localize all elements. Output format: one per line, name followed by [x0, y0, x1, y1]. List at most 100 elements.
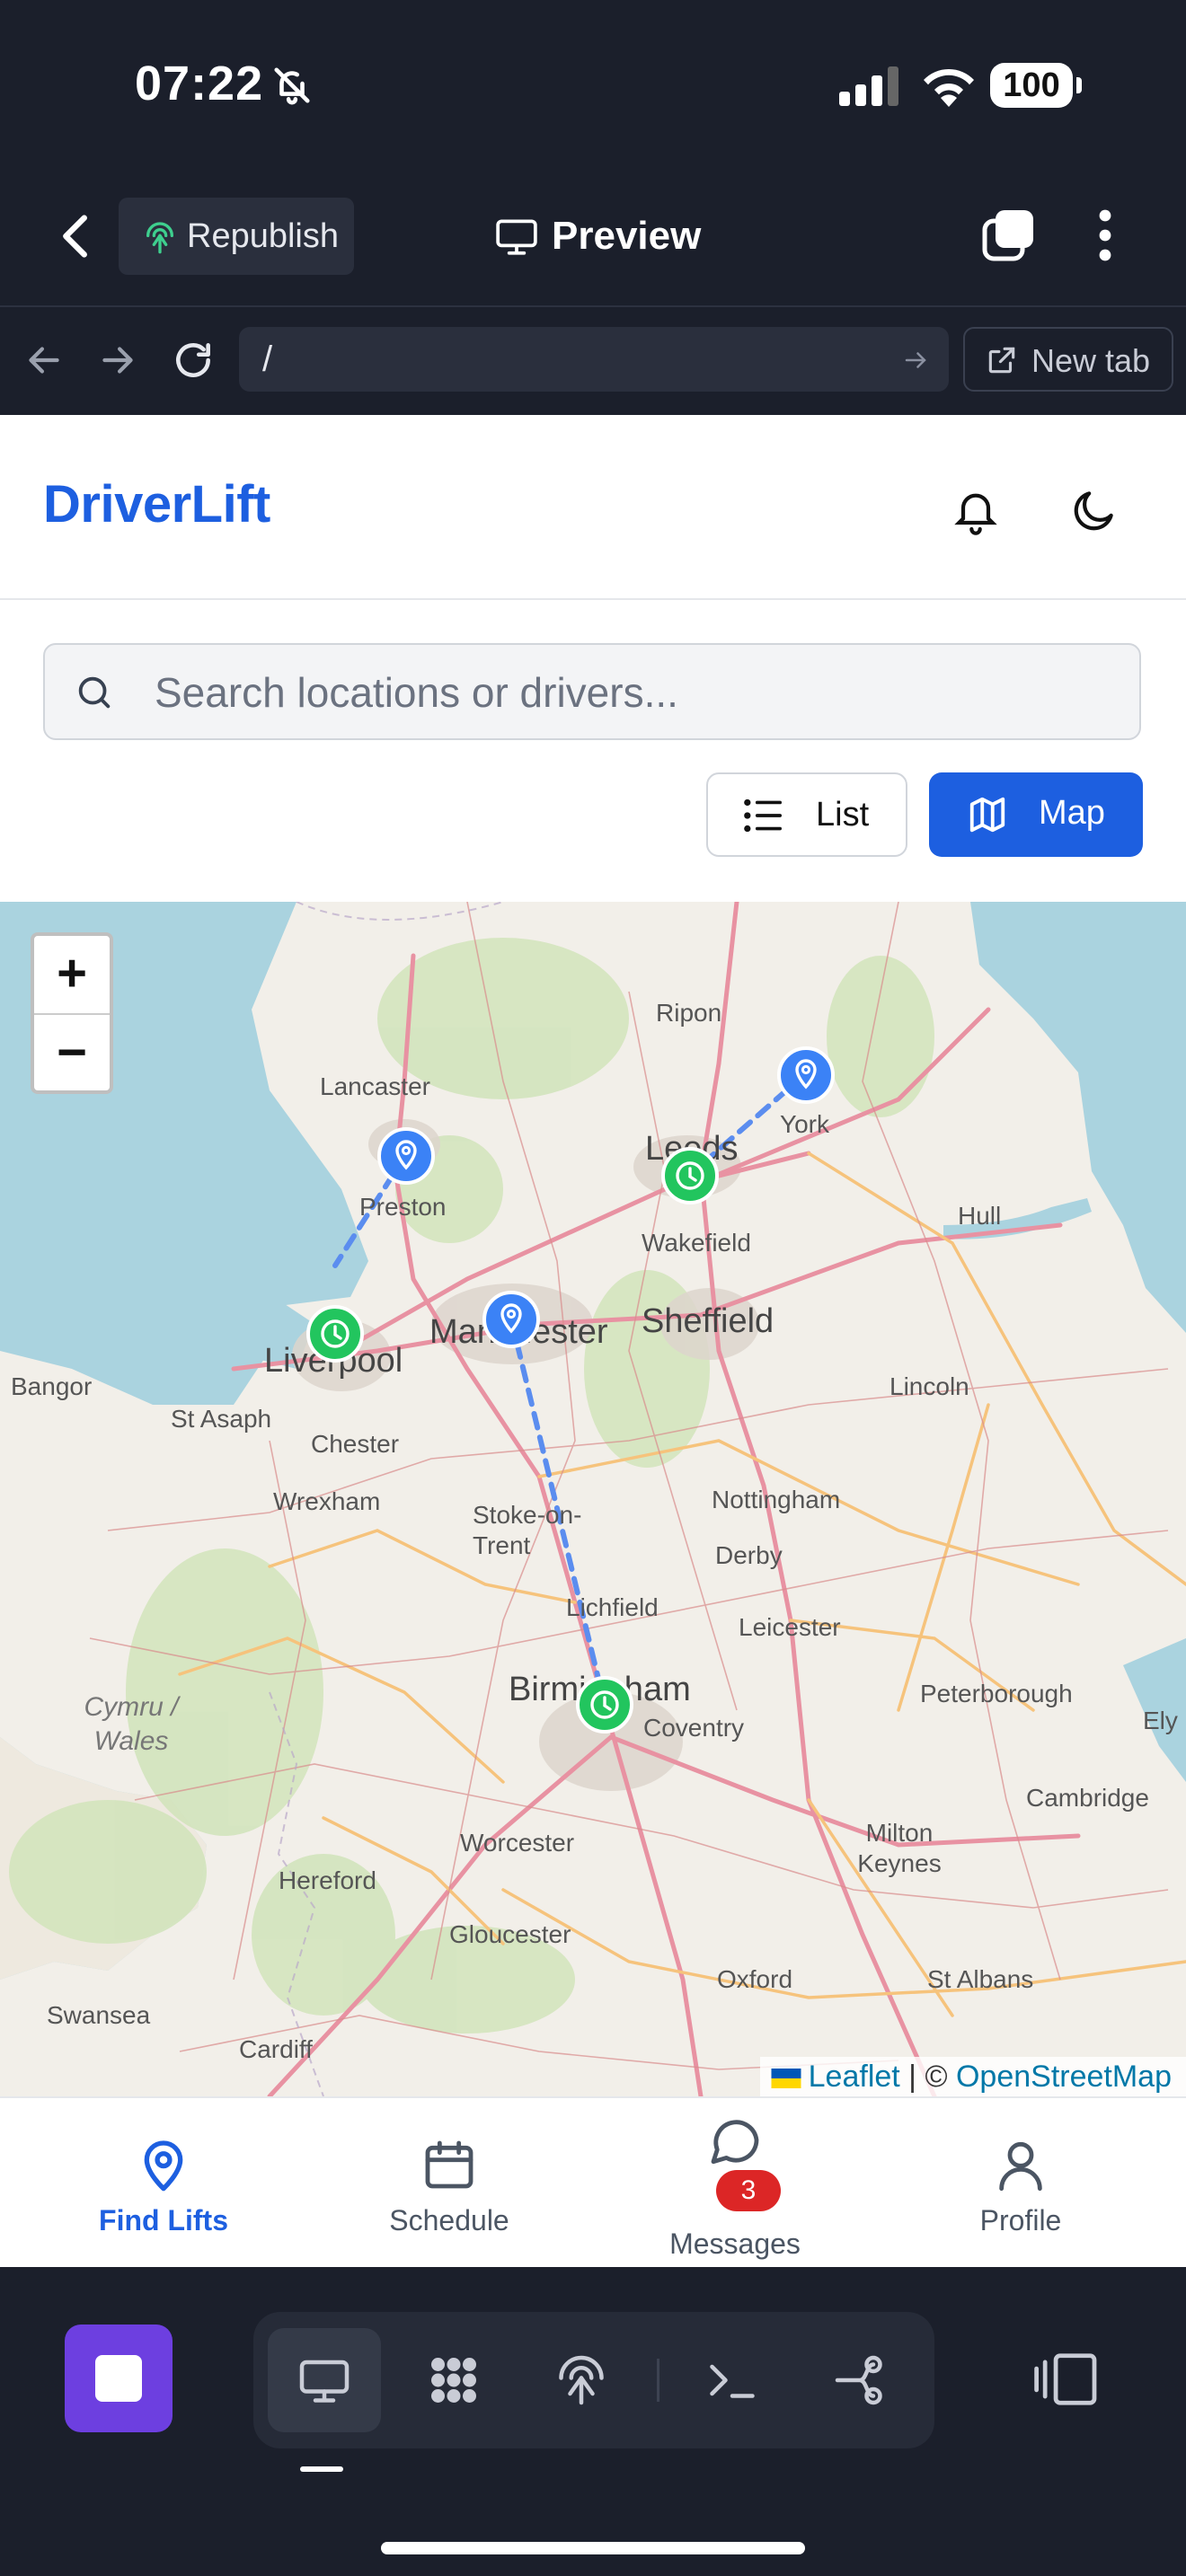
zoom-out-button[interactable]: − — [34, 1015, 110, 1092]
nav-forward-icon[interactable] — [95, 338, 140, 383]
stop-button[interactable] — [65, 2325, 173, 2432]
new-tab-button[interactable]: New tab — [963, 327, 1173, 392]
preview-tool-button[interactable] — [268, 2328, 381, 2432]
git-branch-icon — [835, 2355, 882, 2405]
map-icon — [969, 797, 1005, 833]
deploy-tool-button[interactable] — [525, 2328, 638, 2432]
status-bar: 07:22 100 — [0, 0, 1186, 171]
dropoff-marker[interactable] — [575, 1675, 634, 1734]
map-label: Ripon — [656, 999, 722, 1027]
nav-messages[interactable]: 3 Messages — [587, 2098, 883, 2267]
panel-toggle-icon[interactable] — [1033, 2351, 1100, 2407]
dropoff-marker[interactable] — [660, 1146, 720, 1205]
shell-tool-button[interactable] — [676, 2328, 789, 2432]
monitor-icon — [496, 219, 537, 255]
list-view-button[interactable]: List — [706, 772, 907, 857]
moon-icon[interactable] — [1069, 485, 1120, 535]
monitor-icon — [299, 2360, 350, 2403]
pickup-marker[interactable] — [376, 1126, 436, 1186]
new-tab-label: New tab — [1031, 342, 1151, 379]
terminal-icon — [710, 2364, 755, 2398]
map-label: Swansea — [47, 2001, 151, 2029]
packages-tool-button[interactable] — [397, 2328, 510, 2432]
nav-label: Profile — [979, 2204, 1062, 2236]
home-indicator — [381, 2542, 805, 2554]
map-label: St Asaph — [171, 1405, 272, 1433]
map-label: Derby — [715, 1541, 783, 1569]
list-view-label: List — [816, 796, 870, 834]
nav-label: Schedule — [389, 2204, 509, 2236]
deploy-icon — [559, 2355, 604, 2405]
leaflet-link[interactable]: Leaflet — [809, 2060, 900, 2094]
map-label: Cymru / Wales — [84, 1692, 179, 1756]
republish-label: Republish — [187, 217, 339, 255]
map-tiles — [0, 902, 1186, 2096]
map-label: Lincoln — [890, 1372, 969, 1400]
attribution-separator: | © — [899, 2060, 956, 2094]
battery-indicator: 100 — [990, 63, 1082, 108]
map-label: Lancaster — [320, 1072, 430, 1100]
brand-logo[interactable]: DriverLift — [43, 474, 270, 534]
search-icon — [78, 676, 111, 709]
search-input[interactable] — [153, 645, 1127, 740]
map-label: Coventry — [643, 1714, 745, 1742]
map-label: Nottingham — [712, 1486, 841, 1513]
tool-group — [253, 2312, 934, 2448]
git-tool-button[interactable] — [803, 2328, 916, 2432]
republish-icon — [146, 222, 173, 254]
stop-icon — [95, 2355, 142, 2402]
map-label: Hereford — [279, 1866, 376, 1894]
nav-schedule[interactable]: Schedule — [301, 2098, 597, 2267]
calendar-icon — [425, 2140, 474, 2189]
packages-icon — [431, 2358, 476, 2403]
map-label: St Albans — [927, 1965, 1034, 1993]
map-label: Worcester — [460, 1829, 575, 1857]
messages-badge: 3 — [716, 2170, 781, 2211]
signal-icon — [839, 66, 898, 106]
map-label: Gloucester — [449, 1920, 571, 1948]
toolbar-divider — [657, 2359, 659, 2402]
map-label: Milton Keynes — [857, 1819, 942, 1877]
pickup-marker[interactable] — [482, 1290, 541, 1349]
more-options-icon[interactable] — [1087, 207, 1123, 264]
map-label: Stoke-on-Trent — [473, 1501, 582, 1559]
clock: 07:22 — [135, 57, 264, 110]
search-box — [43, 643, 1141, 740]
map-view-button[interactable]: Map — [929, 772, 1143, 857]
bell-icon[interactable] — [951, 485, 1001, 535]
map-label: Leicester — [739, 1613, 841, 1641]
nav-label: Find Lifts — [99, 2204, 228, 2236]
map-view-label: Map — [1039, 794, 1105, 832]
url-value: / — [262, 340, 273, 379]
list-icon — [744, 798, 782, 833]
reload-icon[interactable] — [171, 338, 216, 383]
openstreetmap-link[interactable]: OpenStreetMap — [956, 2060, 1172, 2094]
go-arrow-icon[interactable] — [902, 347, 929, 374]
url-bar: / New tab — [0, 307, 1186, 415]
tabs-icon[interactable] — [979, 207, 1037, 264]
nav-back-icon[interactable] — [22, 338, 66, 383]
zoom-in-button[interactable]: + — [34, 936, 110, 1015]
preview-title: Preview — [494, 208, 728, 271]
nav-profile[interactable]: Profile — [872, 2098, 1169, 2267]
app-bar: Republish Preview — [0, 171, 1186, 307]
map[interactable]: Ripon York Lancaster Preston Leeds Wakef… — [0, 902, 1186, 2096]
url-input[interactable]: / — [239, 327, 949, 392]
web-page: DriverLift List Map — [0, 415, 1186, 2267]
map-label: Bangor — [11, 1372, 93, 1400]
bell-off-icon — [274, 67, 310, 105]
back-button[interactable] — [45, 205, 108, 268]
wifi-icon — [924, 68, 974, 107]
nav-label: Messages — [669, 2228, 801, 2260]
nav-find-lifts[interactable]: Find Lifts — [15, 2098, 312, 2267]
map-label: Ely — [1143, 1707, 1178, 1734]
map-label: Preston — [359, 1193, 447, 1221]
preview-label: Preview — [552, 214, 702, 258]
pickup-marker[interactable] — [776, 1045, 836, 1105]
map-label: Cambridge — [1026, 1784, 1149, 1812]
map-label: Hull — [958, 1202, 1002, 1230]
zoom-control: + − — [31, 932, 113, 1094]
map-label: York — [780, 1110, 830, 1138]
dropoff-marker[interactable] — [305, 1304, 365, 1363]
republish-button[interactable]: Republish — [119, 198, 354, 275]
